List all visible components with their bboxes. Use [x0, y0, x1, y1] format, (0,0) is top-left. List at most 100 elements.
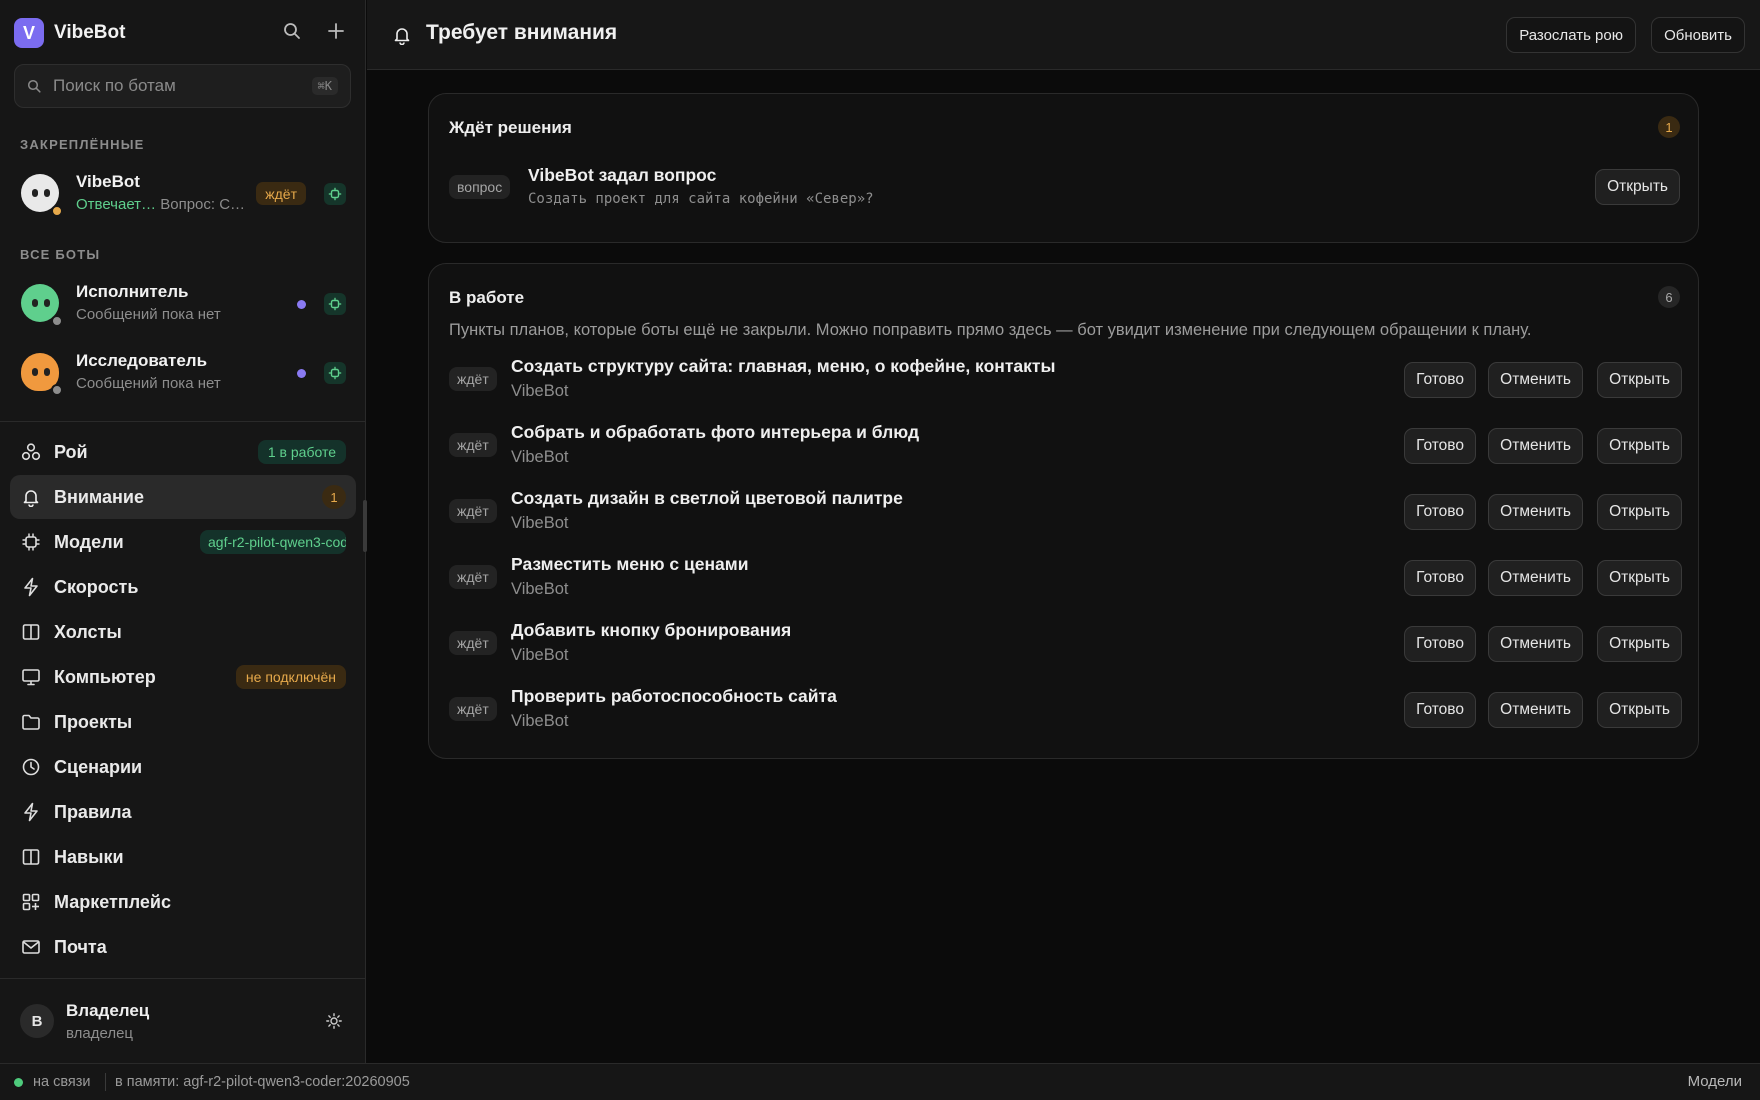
folder-icon [20, 711, 42, 733]
decision-card: Ждёт решения 1 вопрос VibeBot задал вопр… [428, 93, 1699, 243]
cancel-button[interactable]: Отменить [1488, 692, 1583, 728]
waiting-pill: ждёт [449, 565, 497, 589]
chip-icon [324, 362, 346, 384]
task-row: ждёт Собрать и обработать фото интерьера… [429, 422, 1700, 478]
cancel-button[interactable]: Отменить [1488, 494, 1583, 530]
nav-item-canvases[interactable]: Холсты [10, 610, 356, 654]
user-role: владелец [66, 1025, 134, 1042]
search-shortcut: ⌘K [311, 77, 338, 95]
search-input[interactable] [53, 76, 312, 96]
task-title: Создать дизайн в светлой цветовой палитр… [511, 488, 903, 508]
task-row: ждёт Разместить меню с ценами VibeBot Го… [429, 554, 1700, 610]
bot-preview: Сообщений пока нет [76, 306, 221, 323]
bot-name: Исполнитель [76, 282, 189, 301]
open-button[interactable]: Открыть [1597, 362, 1682, 398]
cancel-button[interactable]: Отменить [1488, 362, 1583, 398]
search-icon [27, 79, 41, 93]
nav-item-attention[interactable]: Внимание 1 [10, 475, 356, 519]
nav-item-swarm[interactable]: Рой 1 в работе [10, 430, 356, 474]
connection-status: на связи [33, 1074, 91, 1090]
nav-item-computer[interactable]: Компьютер не подключён [10, 655, 356, 699]
nav-item-projects[interactable]: Проекты [10, 700, 356, 744]
done-button[interactable]: Готово [1404, 428, 1476, 464]
user-profile[interactable]: В Владелец владелец [20, 1001, 350, 1048]
all-bots-section-label: ВСЕ БОТЫ [20, 247, 101, 262]
bot-item-executor[interactable]: Исполнитель Сообщений пока нет [18, 278, 348, 336]
bot-name: VibeBot [76, 172, 140, 191]
plus-icon[interactable] [325, 20, 347, 42]
bot-preview: Сообщений пока нет [76, 375, 221, 392]
bot-item-researcher[interactable]: Исследователь Сообщений пока нет [18, 347, 348, 405]
model-badge: agf-r2-pilot-qwen3-coder [200, 530, 346, 554]
broadcast-button[interactable]: Разослать рою [1506, 17, 1636, 53]
waiting-badge: ждёт [256, 182, 306, 205]
done-button[interactable]: Готово [1404, 692, 1476, 728]
nav-item-rules[interactable]: Правила [10, 790, 356, 834]
open-button[interactable]: Открыть [1597, 560, 1682, 596]
task-row: ждёт Добавить кнопку бронирования VibeBo… [429, 620, 1700, 676]
nav-item-scenarios[interactable]: Сценарии [10, 745, 356, 789]
bell-icon [391, 24, 413, 46]
bot-item-vibebot[interactable]: VibeBot Отвечает… Вопрос: С… ждёт [18, 168, 348, 226]
question-text: Создать проект для сайта кофейни «Север»… [528, 191, 874, 207]
user-name: Владелец [66, 1001, 150, 1020]
columns-icon [20, 621, 42, 643]
page-header: Требует внимания Разослать рою Обновить [367, 0, 1760, 70]
question-title: VibeBot задал вопрос [528, 165, 717, 185]
card-description: Пункты планов, которые боты ещё не закры… [449, 321, 1532, 339]
sidebar: V VibeBot ⌘K ЗАКРЕПЛЁННЫЕ VibeBot [0, 0, 367, 1063]
sidebar-actions [281, 20, 347, 42]
bot-preview: Отвечает… Вопрос: С… [76, 196, 245, 213]
activity-dot [297, 300, 306, 309]
clock-icon [20, 756, 42, 778]
card-title: Ждёт решения [449, 118, 572, 137]
card-title: В работе [449, 288, 525, 307]
task-title: Проверить работоспособность сайта [511, 686, 837, 706]
done-button[interactable]: Готово [1404, 494, 1476, 530]
brand-name: VibeBot [54, 22, 126, 43]
status-bar: на связи в памяти: agf-r2-pilot-qwen3-co… [0, 1063, 1760, 1100]
task-title: Добавить кнопку бронирования [511, 620, 792, 640]
nav-item-speed[interactable]: Скорость [10, 565, 356, 609]
models-link[interactable]: Модели [1688, 1073, 1742, 1090]
nav-item-skills[interactable]: Навыки [10, 835, 356, 879]
done-button[interactable]: Готово [1404, 362, 1476, 398]
waiting-pill: ждёт [449, 499, 497, 523]
done-button[interactable]: Готово [1404, 626, 1476, 662]
open-button[interactable]: Открыть [1597, 494, 1682, 530]
open-button[interactable]: Открыть [1597, 428, 1682, 464]
waiting-pill: ждёт [449, 433, 497, 457]
refresh-button[interactable]: Обновить [1651, 17, 1745, 53]
nav-label: Компьютер [54, 666, 156, 687]
open-button[interactable]: Открыть [1597, 692, 1682, 728]
settings-icon[interactable] [324, 1011, 344, 1031]
open-button[interactable]: Открыть [1597, 626, 1682, 662]
nav-item-models[interactable]: Модели agf-r2-pilot-qwen3-coder [10, 520, 356, 564]
brand-logo: V [14, 18, 44, 48]
sidebar-scrollbar[interactable] [363, 500, 367, 552]
task-bot: VibeBot [511, 448, 569, 466]
nav-item-mail[interactable]: Почта [10, 925, 356, 969]
task-bot: VibeBot [511, 514, 569, 532]
bot-search: ⌘K [14, 64, 351, 108]
task-title: Разместить меню с ценами [511, 554, 749, 574]
task-row: ждёт Проверить работоспособность сайта V… [429, 686, 1700, 742]
pinned-section-label: ЗАКРЕПЛЁННЫЕ [20, 137, 145, 152]
lightning-icon [20, 576, 42, 598]
cancel-button[interactable]: Отменить [1488, 560, 1583, 596]
cancel-button[interactable]: Отменить [1488, 428, 1583, 464]
waiting-pill: ждёт [449, 367, 497, 391]
in-progress-card: В работе 6 Пункты планов, которые боты е… [428, 263, 1699, 759]
nav-item-marketplace[interactable]: Маркетплейс [10, 880, 356, 924]
search-icon[interactable] [281, 20, 303, 42]
cancel-button[interactable]: Отменить [1488, 626, 1583, 662]
nav-label: Модели [54, 531, 124, 552]
status-dot [51, 205, 63, 217]
chip-icon [324, 183, 346, 205]
done-button[interactable]: Готово [1404, 560, 1476, 596]
brand[interactable]: V VibeBot [14, 18, 125, 48]
computer-status-badge: не подключён [235, 665, 346, 689]
nav-label: Холсты [54, 621, 122, 642]
open-button[interactable]: Открыть [1595, 169, 1680, 205]
status-separator [105, 1073, 106, 1091]
